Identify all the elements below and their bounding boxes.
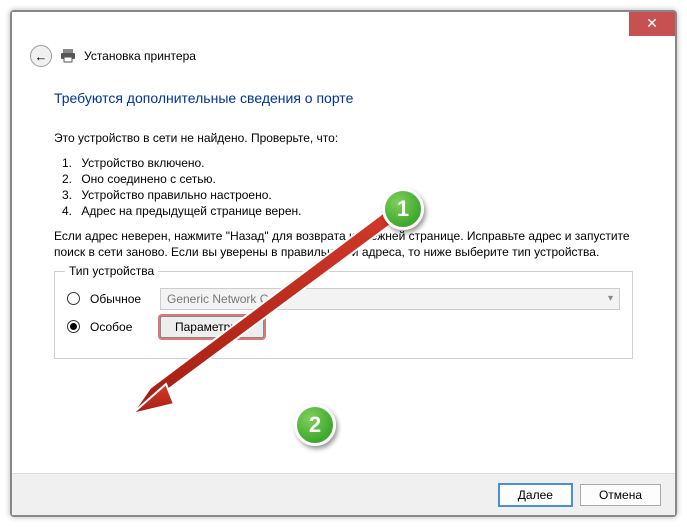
next-button[interactable]: Далее <box>499 484 572 506</box>
body-text: Это устройство в сети не найдено. Провер… <box>54 130 633 261</box>
checklist: 1. Устройство включено. 2. Оно соединено… <box>62 156 633 218</box>
radio-custom-label: Особое <box>90 320 150 334</box>
window-close-button[interactable]: ✕ <box>629 12 675 36</box>
radio-standard-label: Обычное <box>90 292 150 306</box>
close-icon: ✕ <box>646 15 658 31</box>
footer: Далее Отмена <box>12 473 675 515</box>
titlebar: ✕ <box>12 12 675 40</box>
back-arrow-icon: ← <box>35 49 48 64</box>
list-item: 2. Оно соединено с сетью. <box>62 172 633 186</box>
list-item: 1. Устройство включено. <box>62 156 633 170</box>
page-heading: Требуются дополнительные сведения о порт… <box>54 90 633 106</box>
radio-custom[interactable] <box>67 320 80 333</box>
combo-value: Generic Network Card <box>167 292 286 306</box>
group-legend: Тип устройства <box>65 264 158 278</box>
radio-row-custom: Особое Параметры... <box>67 316 620 338</box>
intro-text: Это устройство в сети не найдено. Провер… <box>54 130 633 146</box>
printer-icon <box>60 48 76 64</box>
list-item: 3. Устройство правильно настроено. <box>62 188 633 202</box>
list-item: 4. Адрес на предыдущей странице верен. <box>62 204 633 218</box>
header: ← Установка принтера <box>12 40 675 72</box>
device-type-group: Тип устройства Обычное Generic Network C… <box>54 271 633 359</box>
radio-standard[interactable] <box>67 292 80 305</box>
cancel-button[interactable]: Отмена <box>580 484 661 506</box>
chevron-down-icon: ▾ <box>608 293 613 304</box>
wizard-window: ✕ ← Установка принтера Требуются дополни… <box>10 10 677 517</box>
back-button[interactable]: ← <box>30 45 52 67</box>
header-title: Установка принтера <box>84 49 196 63</box>
radio-row-standard: Обычное Generic Network Card ▾ <box>67 288 620 310</box>
parameters-button[interactable]: Параметры... <box>160 316 264 338</box>
content-area: Требуются дополнительные сведения о порт… <box>12 72 675 359</box>
annotation-marker-2: 2 <box>294 404 336 446</box>
advice-text: Если адрес неверен, нажмите "Назад" для … <box>54 228 633 260</box>
device-type-combo[interactable]: Generic Network Card ▾ <box>160 288 620 310</box>
